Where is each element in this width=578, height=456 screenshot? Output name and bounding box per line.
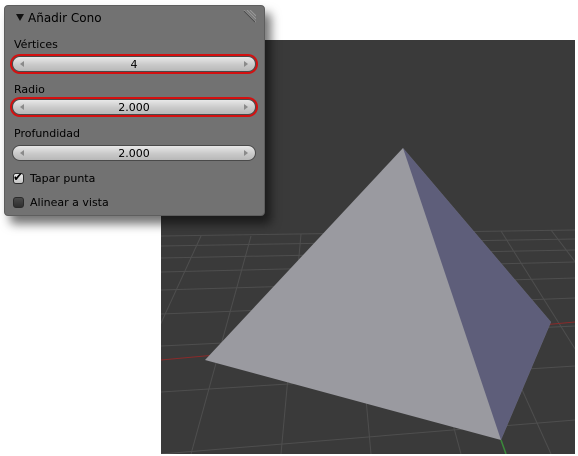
radius-label: Radio — [14, 83, 45, 96]
y-axis-line — [500, 439, 507, 454]
depth-label: Profundidad — [14, 127, 81, 140]
align-to-view-label: Alinear a vista — [30, 195, 109, 209]
align-to-view-checkbox[interactable] — [13, 196, 24, 208]
drag-corner-icon[interactable] — [242, 10, 256, 24]
panel-title: Añadir Cono — [28, 11, 102, 25]
cap-tip-checkbox[interactable]: ✔ — [13, 169, 24, 184]
checkmark-icon: ✔ — [13, 169, 24, 184]
panel-header[interactable]: Añadir Cono — [5, 6, 264, 32]
cap-tip-label: Tapar punta — [30, 171, 96, 185]
screenshot-root: Añadir Cono Vértices 4 Radio 2.000 Profu… — [0, 0, 578, 456]
radius-number-field[interactable]: 2.000 — [12, 99, 256, 115]
depth-number-field[interactable]: 2.000 — [12, 145, 256, 161]
radius-value: 2.000 — [118, 101, 150, 114]
align-to-view-checkbox-row[interactable]: Alinear a vista — [13, 195, 109, 209]
triangle-down-icon[interactable] — [16, 14, 24, 21]
increment-arrow-icon[interactable] — [244, 104, 248, 110]
vertices-value: 4 — [130, 58, 138, 71]
increment-arrow-icon[interactable] — [244, 61, 248, 67]
vertices-label: Vértices — [14, 38, 58, 51]
cap-tip-checkbox-row[interactable]: ✔ Tapar punta — [13, 169, 96, 185]
vertices-number-field[interactable]: 4 — [12, 56, 256, 72]
increment-arrow-icon[interactable] — [244, 150, 248, 156]
depth-value: 2.000 — [118, 147, 150, 160]
operator-panel: Añadir Cono Vértices 4 Radio 2.000 Profu… — [4, 5, 265, 216]
